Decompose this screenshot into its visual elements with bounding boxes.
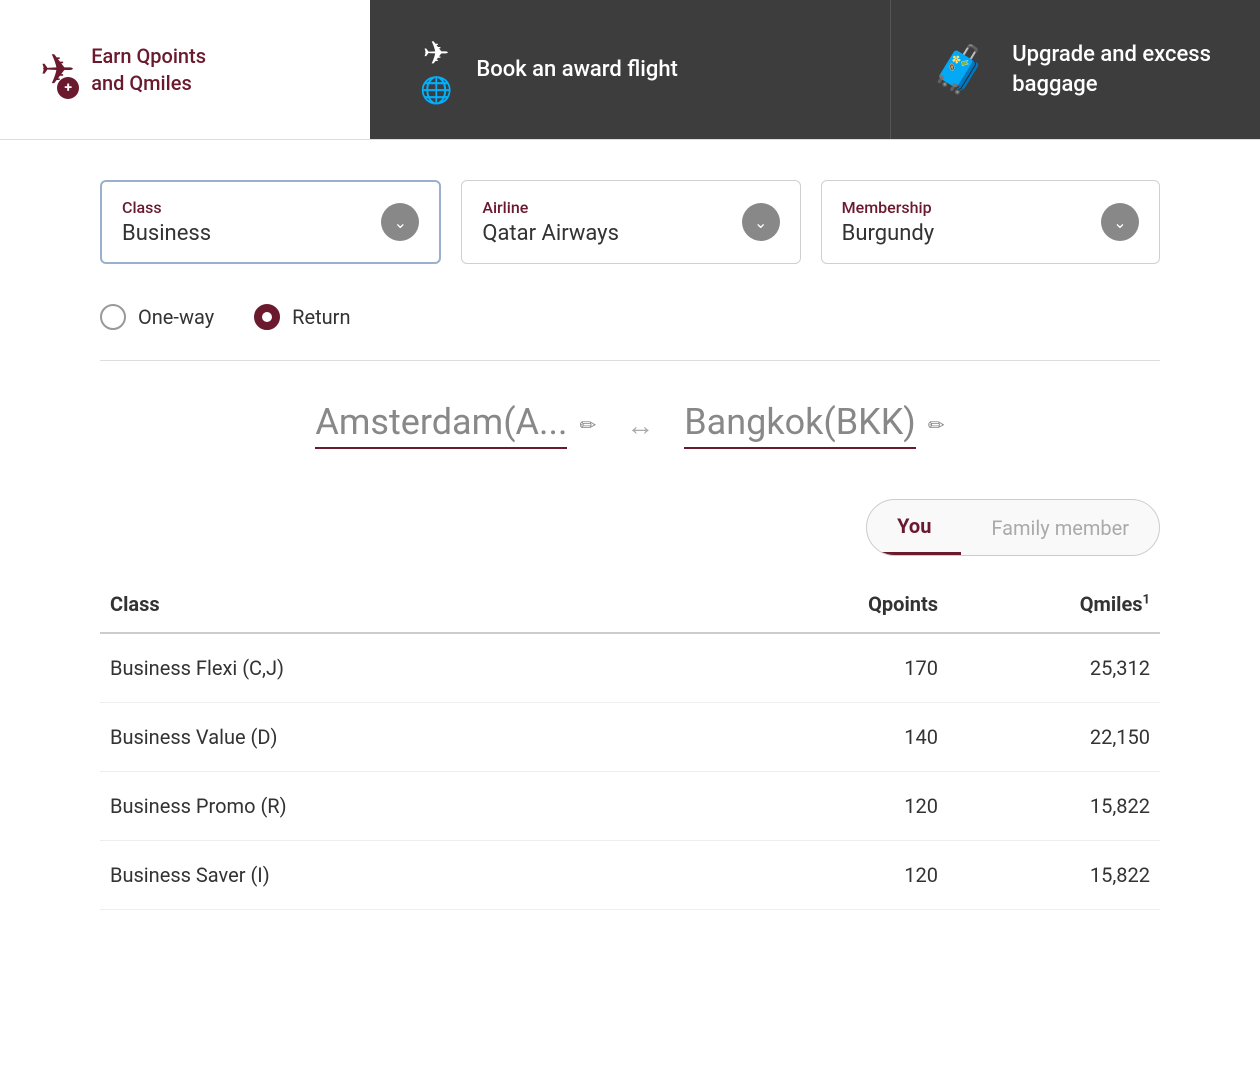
upgrade-label: Upgrade and excess baggage [1012,40,1220,99]
destination-city: Bangkok(BKK) ✏ [684,401,944,449]
tab-family-member[interactable]: Family member [961,502,1159,554]
table-row: Business Value (D) 140 22,150 [100,703,1160,772]
table-header-row: Class Qpoints Qmiles1 [100,576,1160,633]
airline-dropdown[interactable]: Airline Qatar Airways ⌄ [461,180,800,264]
results-table: Class Qpoints Qmiles1 Business Flexi (C,… [100,576,1160,910]
membership-label: Membership [842,198,935,217]
row-qmiles: 25,312 [948,633,1160,703]
class-value: Business [122,221,211,246]
row-qpoints: 140 [736,703,948,772]
tabs-pill: You Family member [866,499,1160,556]
table-body: Business Flexi (C,J) 170 25,312 Business… [100,633,1160,910]
passenger-tabs: You Family member [100,499,1160,556]
earn-label: Earn Qpointsand Qmiles [91,43,206,97]
return-option[interactable]: Return [254,304,350,330]
destination-name: Bangkok(BKK) [684,401,916,449]
plus-badge-icon: + [57,77,79,99]
row-qmiles: 22,150 [948,703,1160,772]
airline-content: Airline Qatar Airways [482,198,619,246]
airline-chevron-icon: ⌄ [742,203,780,241]
membership-chevron-icon: ⌄ [1101,203,1139,241]
filters-row: Class Business ⌄ Airline Qatar Airways ⌄… [100,180,1160,264]
col-qpoints-header: Qpoints [736,576,948,633]
nav-earn-section[interactable]: ✈ + Earn Qpointsand Qmiles [0,0,370,139]
row-qmiles: 15,822 [948,841,1160,910]
one-way-option[interactable]: One-way [100,304,214,330]
airline-label: Airline [482,198,619,217]
membership-content: Membership Burgundy [842,198,935,246]
tab-you[interactable]: You [867,500,961,555]
row-qpoints: 120 [736,772,948,841]
book-globe-icon: 🌐 [420,76,452,106]
row-class: Business Saver (I) [100,841,736,910]
row-qpoints: 170 [736,633,948,703]
one-way-radio[interactable] [100,304,126,330]
book-plane-icon: ✈ [423,34,450,72]
table-row: Business Saver (I) 120 15,822 [100,841,1160,910]
row-class: Business Value (D) [100,703,736,772]
table-row: Business Flexi (C,J) 170 25,312 [100,633,1160,703]
table-row: Business Promo (R) 120 15,822 [100,772,1160,841]
row-qmiles: 15,822 [948,772,1160,841]
row-class: Business Promo (R) [100,772,736,841]
origin-city: Amsterdam(A... ✏ [315,401,596,449]
trip-type-row: One-way Return [100,304,1160,361]
return-radio[interactable] [254,304,280,330]
row-qpoints: 120 [736,841,948,910]
col-class-header: Class [100,576,736,633]
destination-edit-icon[interactable]: ✏ [928,413,945,437]
airline-value: Qatar Airways [482,221,619,246]
one-way-label: One-way [138,305,214,329]
qmiles-superscript: 1 [1143,592,1150,607]
nav-upgrade-section[interactable]: 🧳 Upgrade and excess baggage [890,0,1260,139]
book-award-label: Book an award flight [476,55,678,85]
class-chevron-icon: ⌄ [381,203,419,241]
class-label: Class [122,198,211,217]
qmiles-header-text: Qmiles [1080,592,1143,616]
route-swap-icon[interactable]: ↔ [626,409,654,442]
earn-icon-wrap: ✈ + [40,45,75,95]
nav-book-section[interactable]: ✈ 🌐 Book an award flight [370,0,890,139]
top-nav: ✈ + Earn Qpointsand Qmiles ✈ 🌐 Book an a… [0,0,1260,140]
route-row: Amsterdam(A... ✏ ↔ Bangkok(BKK) ✏ [100,401,1160,449]
return-label: Return [292,305,350,329]
main-content: Class Business ⌄ Airline Qatar Airways ⌄… [0,140,1260,950]
baggage-icon: 🧳 [931,43,988,97]
class-content: Class Business [122,198,211,246]
origin-name: Amsterdam(A... [315,401,567,449]
origin-edit-icon[interactable]: ✏ [579,413,596,437]
membership-value: Burgundy [842,221,935,246]
col-qmiles-header: Qmiles1 [948,576,1160,633]
class-dropdown[interactable]: Class Business ⌄ [100,180,441,264]
book-icons: ✈ 🌐 [420,34,452,106]
membership-dropdown[interactable]: Membership Burgundy ⌄ [821,180,1160,264]
row-class: Business Flexi (C,J) [100,633,736,703]
